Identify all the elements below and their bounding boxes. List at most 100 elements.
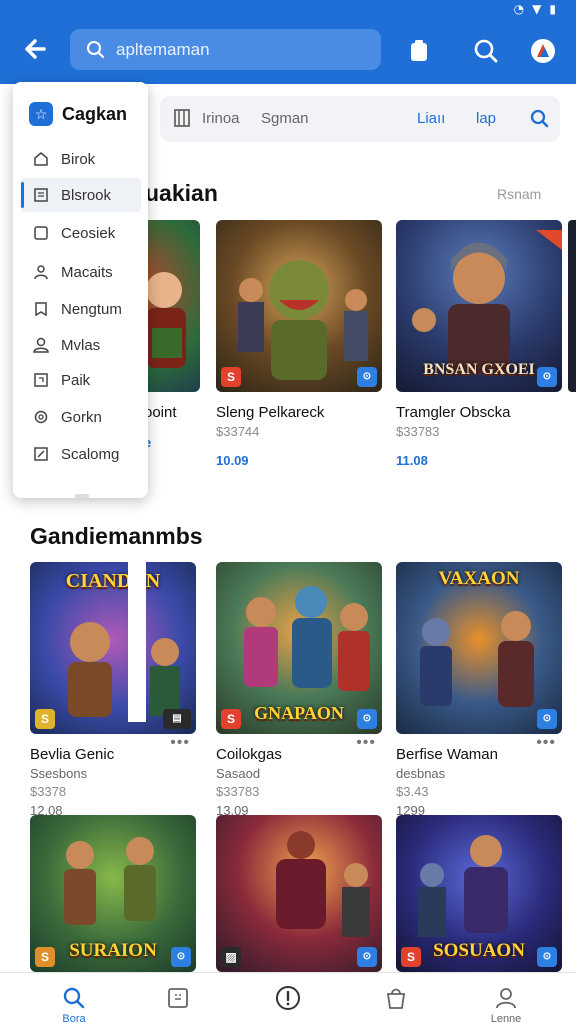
game-thumbnail: SOSUAON S ⊙ [396,815,562,972]
badge-icon: S [35,947,55,967]
game-card[interactable]: BNSAN GXOEI ⊙ Tramgler Obscka $33783 11.… [396,220,562,468]
menu-item-label: Mvlas [61,336,101,354]
badge-icon: S [221,709,241,729]
platform-icon: ⊙ [171,947,191,967]
list-icon [33,187,49,203]
menu-item-label: Ceosiek [61,224,116,242]
badge-icon: S [35,709,55,729]
game-card[interactable]: ▨ ⊙ [216,815,382,972]
search-icon [86,40,106,60]
section-title-1: uakian [145,180,218,206]
wifi-icon: ▼ [532,2,542,16]
gear-icon [33,409,49,425]
menu-header: ☆ Cagkan [29,102,127,126]
nav-label: Lenne [490,1013,522,1024]
badge-icon: S [401,947,421,967]
platform-icon: ⊙ [357,709,377,729]
game-rating: 11.08 [396,453,428,468]
search-box[interactable] [70,29,381,70]
game-title: Sleng Pelkareck [216,404,325,421]
top-app-bar: ◔ ▼ ▮ [0,0,576,84]
game-card[interactable]: VAXAON ⊙ Berfise Waman desbnas $3.43 129… [396,562,562,818]
side-dropdown-menu: ☆ Cagkan Birok Blsrook Ceosiek Macaits N… [13,82,148,498]
bag-icon [383,985,409,1011]
game-card[interactable]: SURAION S ⊙ [30,815,196,972]
person-icon [33,337,49,353]
more-options-icon[interactable]: ••• [356,734,376,752]
search-input[interactable] [116,39,356,60]
menu-resize-handle[interactable] [75,494,89,498]
menu-item-4[interactable]: Macaits [21,255,141,289]
nav-tab-account[interactable]: Lenne [476,985,536,1024]
game-price: $3.43 [396,784,429,799]
game-thumbnail: BNSAN GXOEI ⊙ [396,220,562,392]
battery-icon: ▮ [549,2,556,16]
game-price: $33744 [216,424,260,439]
filter-link-2[interactable]: lap [476,110,496,127]
clipboard-icon[interactable] [404,36,434,66]
platform-icon: ⊙ [357,947,377,967]
more-options-icon[interactable]: ••• [536,734,556,752]
game-subtitle: desbnas [396,766,446,781]
game-card[interactable]: CIANDAN S ▤ Bevlia Genic Ssesbons $3378 … [30,562,196,818]
menu-item-2[interactable]: Blsrook [21,178,141,212]
game-card[interactable]: GNAPAON S ⊙ Coilokgas Sasaod $33783 13.0… [216,562,382,818]
search-icon [61,985,87,1011]
home-icon [33,151,49,167]
platform-icon: ⊙ [537,367,557,387]
back-arrow-icon[interactable] [22,36,52,64]
game-card[interactable]: S ⊙ Sleng Pelkareck $33744 10.09 [216,220,382,468]
drag-handle[interactable] [128,562,146,722]
menu-item-label: Gorkn [61,408,102,426]
menu-item-label: Macaits [61,263,113,281]
profile-icon[interactable] [528,36,558,66]
bottom-navigation: Bora Lenne [0,972,576,1024]
filter-tab-2[interactable]: Sgman [261,110,309,127]
filter-link-1[interactable]: Liaıı [417,110,445,127]
section-title-2: Gandiemanmbs [30,523,203,549]
alert-icon [275,985,301,1011]
menu-item-9[interactable]: Scalomg [21,437,141,471]
menu-item-label: Blsrook [61,186,112,204]
game-thumbnail: S ⊙ [216,220,382,392]
magnify-icon[interactable] [471,36,501,66]
menu-item-label: Birok [61,150,96,168]
more-options-icon[interactable]: ••• [170,734,190,752]
game-banner-text: VAXAON [438,568,520,589]
subbar-search-icon[interactable] [530,109,550,133]
book-icon[interactable] [174,109,190,131]
menu-item-8[interactable]: Gorkn [21,400,141,434]
game-thumbnail: SURAION S ⊙ [30,815,196,972]
game-price: $33783 [216,784,260,799]
menu-item-label: Scalomg [61,445,120,463]
menu-item-label: Nengtum [61,300,122,318]
menu-item-7[interactable]: Paik [21,363,141,397]
next-card-peek [568,220,576,392]
menu-item-5[interactable]: Nengtum [21,292,141,326]
platform-icon: ⊙ [537,947,557,967]
game-subtitle: Sasaod [216,766,261,781]
bookmark-icon [33,301,49,317]
user-icon [33,264,49,280]
menu-item-3[interactable]: Ceosiek [21,216,141,250]
filter-tab-1[interactable]: Irinoa [202,110,240,127]
game-thumbnail: ▨ ⊙ [216,815,382,972]
nav-tab-bag[interactable] [366,985,426,1011]
menu-item-6[interactable]: Mvlas [21,328,141,362]
nav-tab-grid[interactable] [148,985,208,1011]
badge-icon: ▨ [221,947,241,967]
nav-label: Bora [62,1013,86,1024]
nav-tab-alerts[interactable] [258,985,318,1011]
square-icon [33,225,49,241]
nav-tab-search[interactable]: Bora [44,985,104,1024]
app-screen: ◔ ▼ ▮ Irinoa Sgman Liaıı lap [0,0,576,1024]
menu-item-1[interactable]: Birok [21,142,141,176]
section-more-1[interactable]: Rsnam [497,186,541,202]
game-card[interactable]: SOSUAON S ⊙ [396,815,562,972]
game-subtitle: Ssesbons [30,766,88,781]
game-thumbnail: VAXAON ⊙ [396,562,562,734]
platform-icon: ▤ [163,709,191,729]
grid-icon [165,985,191,1011]
edit-icon [33,446,49,462]
app-logo-icon: ☆ [29,102,53,126]
